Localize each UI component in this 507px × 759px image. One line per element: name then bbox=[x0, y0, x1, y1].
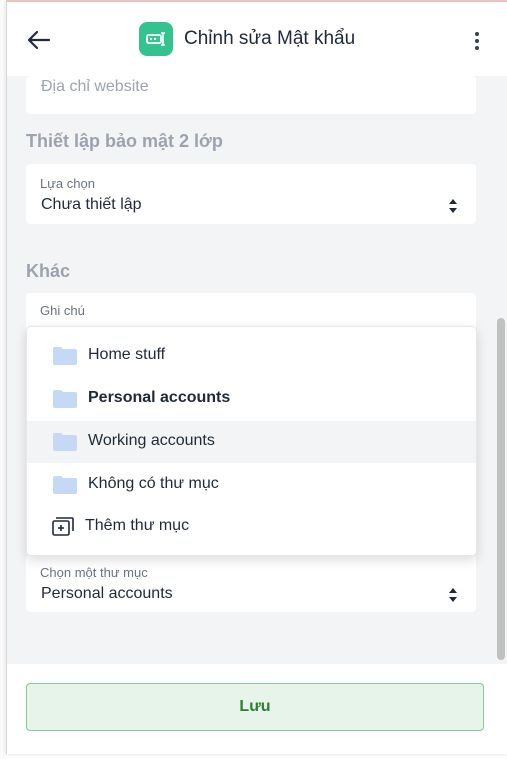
folder-icon bbox=[53, 347, 77, 365]
folder-option-label: Không có thư mục bbox=[88, 475, 219, 492]
back-button[interactable] bbox=[23, 24, 55, 56]
folder-option-home-stuff[interactable]: Home stuff bbox=[27, 335, 476, 377]
folder-icon bbox=[53, 433, 77, 451]
kebab-menu-icon bbox=[475, 32, 479, 50]
arrow-left-icon bbox=[27, 30, 51, 50]
add-folder-icon bbox=[52, 517, 74, 536]
website-field[interactable]: Địa chỉ website bbox=[26, 76, 476, 114]
website-placeholder: Địa chỉ website bbox=[41, 78, 149, 95]
two-factor-select[interactable]: Lựa chọn Chưa thiết lập bbox=[26, 164, 476, 224]
other-section-title: Khác bbox=[26, 261, 71, 281]
sort-arrows-icon bbox=[449, 588, 457, 602]
folder-option-label: Home stuff bbox=[88, 346, 166, 363]
folder-dropdown: Home stuff Personal accounts Working acc… bbox=[26, 326, 477, 556]
add-folder-option[interactable]: Thêm thư mục bbox=[27, 506, 476, 548]
sort-arrows-icon bbox=[449, 199, 457, 213]
folder-label: Chọn một thư mục bbox=[40, 565, 148, 580]
note-label: Ghi chú bbox=[40, 303, 85, 318]
two-factor-label: Lựa chọn bbox=[40, 176, 95, 191]
folder-option-no-folder[interactable]: Không có thư mục bbox=[27, 464, 476, 506]
two-factor-value: Chưa thiết lập bbox=[41, 196, 142, 213]
more-options-button[interactable] bbox=[467, 28, 487, 56]
folder-icon bbox=[53, 476, 77, 494]
add-folder-label: Thêm thư mục bbox=[85, 517, 190, 534]
password-manager-icon bbox=[139, 22, 173, 56]
folder-option-personal-accounts[interactable]: Personal accounts bbox=[27, 378, 476, 420]
header: Chỉnh sửa Mật khẩu bbox=[7, 2, 507, 76]
save-button[interactable]: Lưu bbox=[26, 683, 484, 731]
folder-option-label: Personal accounts bbox=[88, 389, 231, 406]
folder-option-label: Working accounts bbox=[88, 432, 215, 449]
footer: Lưu bbox=[7, 664, 507, 754]
folder-value: Personal accounts bbox=[41, 585, 173, 602]
two-factor-section-title: Thiết lập bảo mật 2 lớp bbox=[26, 131, 223, 151]
folder-icon bbox=[53, 390, 77, 408]
scrollbar-thumb[interactable] bbox=[497, 318, 505, 660]
folder-option-working-accounts[interactable]: Working accounts bbox=[27, 421, 476, 463]
page-title: Chỉnh sửa Mật khẩu bbox=[184, 28, 356, 49]
folder-select[interactable]: Chọn một thư mục Personal accounts bbox=[26, 554, 476, 612]
edit-password-popup: Chỉnh sửa Mật khẩu Địa chỉ website Thiết… bbox=[6, 2, 507, 754]
